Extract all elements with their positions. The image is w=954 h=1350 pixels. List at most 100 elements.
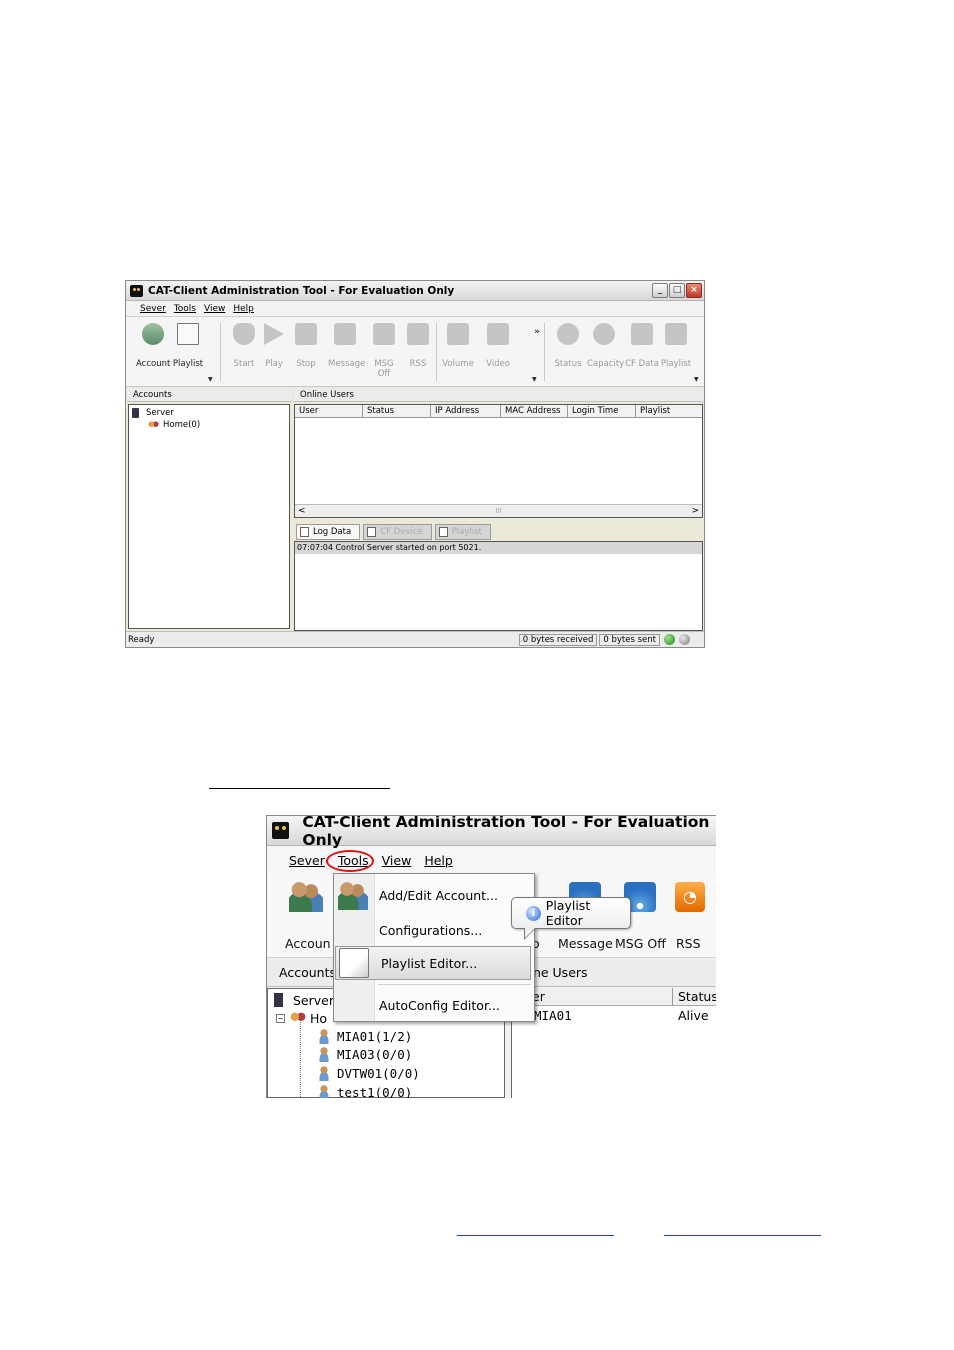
user-icon	[316, 1065, 332, 1081]
play-icon	[264, 323, 284, 345]
account-button-label[interactable]: Accoun	[285, 936, 331, 951]
tools-highlight-circle	[326, 850, 374, 872]
tree-item-user[interactable]: DVTW01(0/0)	[316, 1064, 420, 1082]
message-icon	[334, 323, 356, 345]
msg-off-button-label[interactable]: MSG Off	[615, 936, 666, 951]
toolbar-overflow-icon[interactable]: »	[534, 327, 540, 337]
status-bar: Ready 0 bytes received 0 bytes sent	[126, 631, 704, 647]
collapse-icon[interactable]: −	[276, 1013, 285, 1023]
tree-item-user[interactable]: test1(0/0)	[316, 1083, 412, 1098]
bytes-received: 0 bytes received	[518, 633, 598, 646]
rss-button-label[interactable]: RSS	[676, 936, 701, 951]
table-header: User Status IP Address MAC Address Login…	[295, 405, 702, 418]
menu-item-autoconfig-editor[interactable]: AutoConfig Editor...	[334, 988, 534, 1022]
menu-item-add-edit-account[interactable]: Add/Edit Account...	[334, 878, 534, 912]
tree-item-server[interactable]: Server	[132, 407, 286, 419]
message-button[interactable]: Message	[328, 323, 365, 369]
column-status[interactable]: Status	[672, 988, 716, 1005]
users-icon	[338, 880, 368, 910]
column-login-time[interactable]: Login Time	[568, 405, 636, 417]
cf-data-button[interactable]: CF Data	[625, 323, 659, 369]
menu-help[interactable]: Help	[233, 304, 254, 314]
status-icon	[557, 323, 579, 345]
user-icon	[316, 1028, 332, 1044]
play-button[interactable]: Play	[257, 323, 291, 369]
msg-off-button[interactable]: MSG Off	[367, 323, 401, 379]
online-users-table[interactable]: er Status MIA01 Alive	[511, 988, 716, 1098]
horizontal-scrollbar[interactable]: < III >	[295, 504, 702, 517]
title-bar: CAT-Client Administration Tool - For Eva…	[126, 281, 704, 301]
app-window-screenshot-2: CAT-Client Administration Tool - For Eva…	[266, 815, 716, 1098]
online-users-header: Online Users	[294, 388, 703, 402]
idle-status-icon	[679, 634, 690, 645]
tooltip-tail-fill	[525, 928, 535, 938]
app-logo-icon	[130, 284, 143, 297]
video-button[interactable]: Video	[481, 323, 515, 369]
scroll-thumb-grip[interactable]: III	[495, 507, 501, 515]
account-button[interactable]: Account	[136, 323, 170, 369]
tab-log-data[interactable]: Log Data	[296, 524, 361, 540]
message-button-label[interactable]: Message	[558, 936, 613, 951]
menu-separator	[378, 984, 531, 985]
device-icon	[367, 527, 377, 537]
accounts-panel: Accounts Server Home(0)	[127, 388, 292, 631]
column-user[interactable]: User	[295, 405, 363, 417]
connection-status-icon	[664, 634, 675, 645]
rss-button[interactable]: RSS	[401, 323, 435, 369]
online-users-table[interactable]: User Status IP Address MAC Address Login…	[294, 404, 703, 518]
maximize-button[interactable]: □	[669, 283, 685, 298]
column-mac-address[interactable]: MAC Address	[501, 405, 568, 417]
title-bar: CAT-Client Administration Tool - For Eva…	[267, 816, 716, 849]
column-status[interactable]: Status	[363, 405, 431, 417]
playlist-editor-icon	[339, 948, 369, 978]
tab-cf-device[interactable]: CF Device	[363, 524, 432, 540]
tree-item-home[interactable]: − Ho	[276, 1009, 327, 1027]
dropdown-arrow-icon[interactable]: ▼	[532, 376, 537, 383]
log-line: 07:07:04 Control Server started on port …	[295, 542, 702, 554]
users-icon[interactable]	[289, 880, 323, 912]
rss-icon[interactable]: ◔	[675, 882, 705, 912]
menu-tools[interactable]: Tools	[174, 304, 196, 314]
toolbar-separator	[220, 323, 221, 381]
tree-item-user[interactable]: MIA01(1/2)	[316, 1027, 412, 1045]
tree-item-home[interactable]: Home(0)	[132, 419, 286, 431]
scroll-left-arrow[interactable]: <	[298, 506, 306, 516]
accounts-tree[interactable]: Server Home(0)	[128, 404, 290, 629]
info-icon: i	[526, 905, 541, 921]
tab-playlist[interactable]: Playlist	[434, 524, 492, 540]
accounts-header: Accounts	[127, 388, 292, 402]
column-ip-address[interactable]: IP Address	[431, 405, 501, 417]
dropdown-arrow-icon[interactable]: ▼	[208, 376, 213, 383]
status-text: Ready	[128, 634, 155, 645]
menu-item-configurations[interactable]: Configurations...	[334, 913, 534, 947]
log-area[interactable]: 07:07:04 Control Server started on port …	[294, 541, 703, 631]
start-button[interactable]: Start	[227, 323, 261, 369]
playlist-status-button[interactable]: Playlist	[659, 323, 693, 369]
menu-view[interactable]: View	[382, 853, 412, 868]
menu-view[interactable]: View	[204, 304, 225, 314]
close-button[interactable]: ×	[686, 283, 702, 298]
stop-button[interactable]: Stop	[289, 323, 323, 369]
accounts-header: Accounts	[279, 965, 336, 980]
table-row[interactable]: MIA01 Alive	[512, 1006, 716, 1026]
link-underline[interactable]	[457, 1235, 614, 1236]
minimize-button[interactable]: _	[652, 283, 668, 298]
toolbar-separator	[436, 323, 437, 381]
playlist-button[interactable]: Playlist	[171, 323, 205, 369]
capacity-button[interactable]: Capacity	[587, 323, 624, 369]
dropdown-arrow-icon[interactable]: ▼	[694, 376, 699, 383]
scroll-right-arrow[interactable]: >	[691, 506, 699, 516]
tree-item-user[interactable]: MIA03(0/0)	[316, 1045, 412, 1063]
link-underline[interactable]	[664, 1235, 821, 1236]
toolbar: Account Playlist ▼ Start Play Stop Messa…	[126, 317, 704, 387]
status-button[interactable]: Status	[551, 323, 585, 369]
column-playlist[interactable]: Playlist	[636, 405, 702, 417]
menu-help[interactable]: Help	[424, 853, 453, 868]
playlist-icon	[665, 323, 687, 345]
tree-item-server[interactable]: Server	[274, 991, 334, 1009]
volume-button[interactable]: Volume	[441, 323, 475, 369]
menu-sever[interactable]: Sever	[140, 304, 166, 314]
menu-item-playlist-editor[interactable]: Playlist Editor...	[335, 946, 531, 980]
tools-dropdown-menu: Add/Edit Account... Configurations... Pl…	[333, 873, 535, 1022]
menu-sever[interactable]: Sever	[289, 853, 325, 868]
